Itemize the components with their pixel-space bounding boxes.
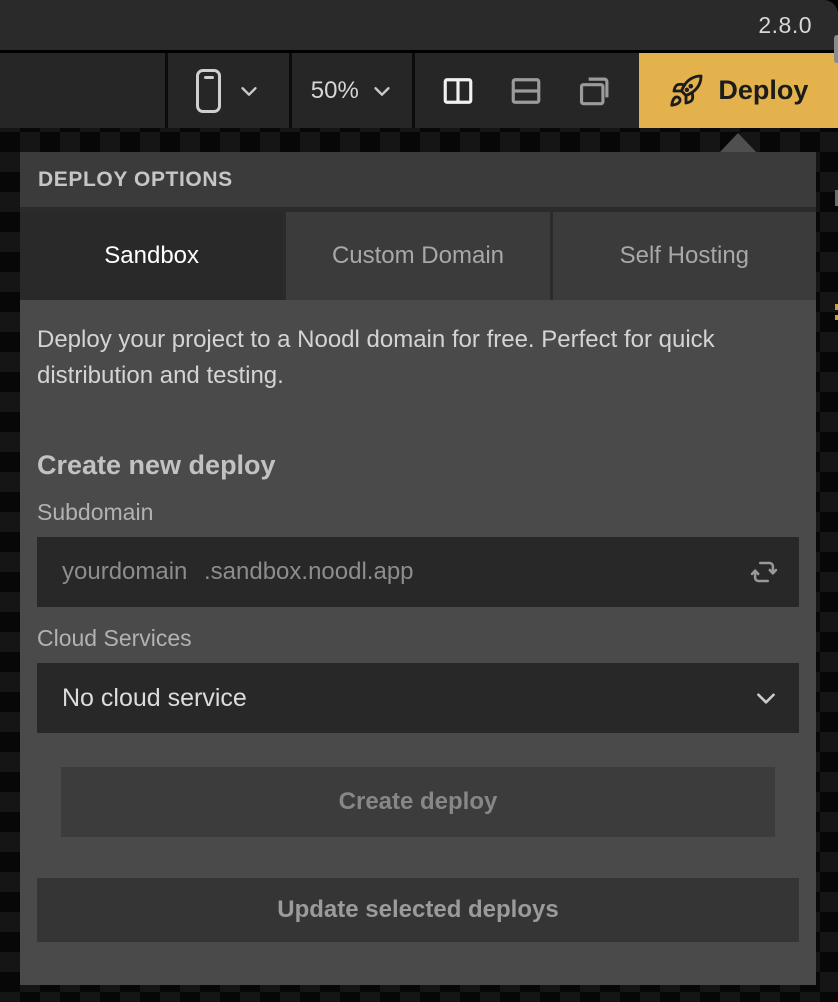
cloud-services-selected-value: No cloud service xyxy=(62,684,247,713)
split-rows-button[interactable] xyxy=(508,73,544,109)
cloud-services-label: Cloud Services xyxy=(37,625,799,652)
popup-header: DEPLOY OPTIONS xyxy=(20,152,816,207)
update-deploys-button[interactable]: Update selected deploys xyxy=(37,878,799,942)
chevron-down-icon xyxy=(238,80,260,102)
app-version-label: 2.8.0 xyxy=(758,12,838,39)
app-window: 2.8.0 50% xyxy=(0,0,838,1002)
phone-icon xyxy=(196,69,221,113)
deploy-description: Deploy your project to a Noodl domain fo… xyxy=(37,322,777,394)
cloud-services-select[interactable]: No cloud service xyxy=(37,663,799,733)
refresh-icon[interactable] xyxy=(749,557,779,587)
split-columns-icon xyxy=(440,73,476,109)
rocket-icon xyxy=(668,73,704,109)
chevron-down-icon xyxy=(371,80,393,102)
view-layout-buttons xyxy=(415,53,639,128)
device-preview-button[interactable] xyxy=(168,53,288,128)
toolbar-empty-section xyxy=(0,53,165,128)
create-new-deploy-heading: Create new deploy xyxy=(37,450,799,481)
tab-custom-domain[interactable]: Custom Domain xyxy=(286,212,549,300)
create-deploy-button[interactable]: Create deploy xyxy=(61,767,775,837)
split-rows-icon xyxy=(508,73,544,109)
deploy-button-label: Deploy xyxy=(718,75,808,106)
chevron-down-icon xyxy=(753,685,779,711)
canvas-background: DEPLOY OPTIONS Sandbox Custom Domain Sel… xyxy=(0,128,838,1002)
deploy-options-popup: DEPLOY OPTIONS Sandbox Custom Domain Sel… xyxy=(20,152,816,985)
tab-sandbox[interactable]: Sandbox xyxy=(20,212,283,300)
zoom-level-button[interactable]: 50% xyxy=(292,53,412,128)
cascade-windows-button[interactable] xyxy=(576,72,614,110)
tab-self-hosting[interactable]: Self Hosting xyxy=(553,212,816,300)
toolbar: 50% Deploy xyxy=(0,53,838,128)
subdomain-input[interactable] xyxy=(62,558,204,586)
screen-edge-artifact xyxy=(834,35,838,63)
deploy-button[interactable]: Deploy xyxy=(639,53,838,128)
popup-body: Deploy your project to a Noodl domain fo… xyxy=(20,300,816,985)
zoom-level-label: 50% xyxy=(311,77,359,105)
subdomain-field[interactable]: .sandbox.noodl.app xyxy=(37,537,799,607)
subdomain-label: Subdomain xyxy=(37,499,799,526)
split-columns-button[interactable] xyxy=(440,73,476,109)
popup-caret xyxy=(719,133,757,153)
titlebar: 2.8.0 xyxy=(0,0,838,50)
deploy-tabs: Sandbox Custom Domain Self Hosting xyxy=(20,212,816,300)
cascade-windows-icon xyxy=(576,72,614,110)
popup-title: DEPLOY OPTIONS xyxy=(38,168,233,192)
subdomain-suffix: .sandbox.noodl.app xyxy=(204,558,414,586)
